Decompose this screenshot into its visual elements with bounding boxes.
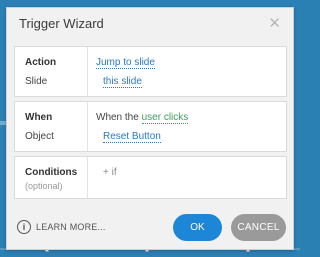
when-panel: When When the user clicks Object Reset B…	[14, 101, 287, 152]
action-dropdown-link[interactable]: Jump to slide	[96, 57, 155, 69]
when-value: When the user clicks	[96, 112, 189, 124]
learn-more-link[interactable]: i LEARN MORE...	[17, 220, 106, 234]
action-label: Action	[25, 57, 57, 68]
info-icon: i	[17, 220, 31, 234]
add-condition-link[interactable]: + if	[103, 167, 117, 178]
object-label: Object	[25, 131, 54, 142]
conditions-label: Conditions	[25, 167, 78, 178]
optional-label: (optional)	[25, 181, 63, 191]
ok-button[interactable]: OK	[173, 214, 222, 241]
panel-divider	[87, 157, 88, 198]
dialog-footer: i LEARN MORE... OK CANCEL	[7, 214, 293, 242]
action-value: Jump to slide	[96, 57, 155, 69]
slide-dropdown-link[interactable]: this slide	[103, 76, 142, 88]
cancel-button[interactable]: CANCEL	[231, 214, 286, 241]
object-value: Reset Button	[96, 131, 161, 143]
learn-more-label: LEARN MORE...	[36, 222, 106, 232]
when-event-link[interactable]: user clicks	[141, 112, 189, 124]
action-panel: Action Jump to slide Slide this slide	[14, 46, 287, 97]
when-prefix: When the	[96, 112, 142, 123]
dialog-titlebar: Trigger Wizard ✕	[7, 8, 293, 38]
dialog-title: Trigger Wizard	[19, 15, 104, 31]
conditions-panel: Conditions (optional) + if	[14, 156, 287, 199]
trigger-wizard-dialog: Trigger Wizard ✕ Action Jump to slide Sl…	[6, 7, 294, 250]
when-label: When	[25, 112, 53, 123]
slide-value: this slide	[96, 76, 142, 88]
close-icon[interactable]: ✕	[268, 16, 281, 31]
panel-divider	[87, 47, 88, 96]
object-dropdown-link[interactable]: Reset Button	[103, 131, 161, 143]
slide-label: Slide	[25, 76, 48, 87]
panel-divider	[87, 102, 88, 151]
